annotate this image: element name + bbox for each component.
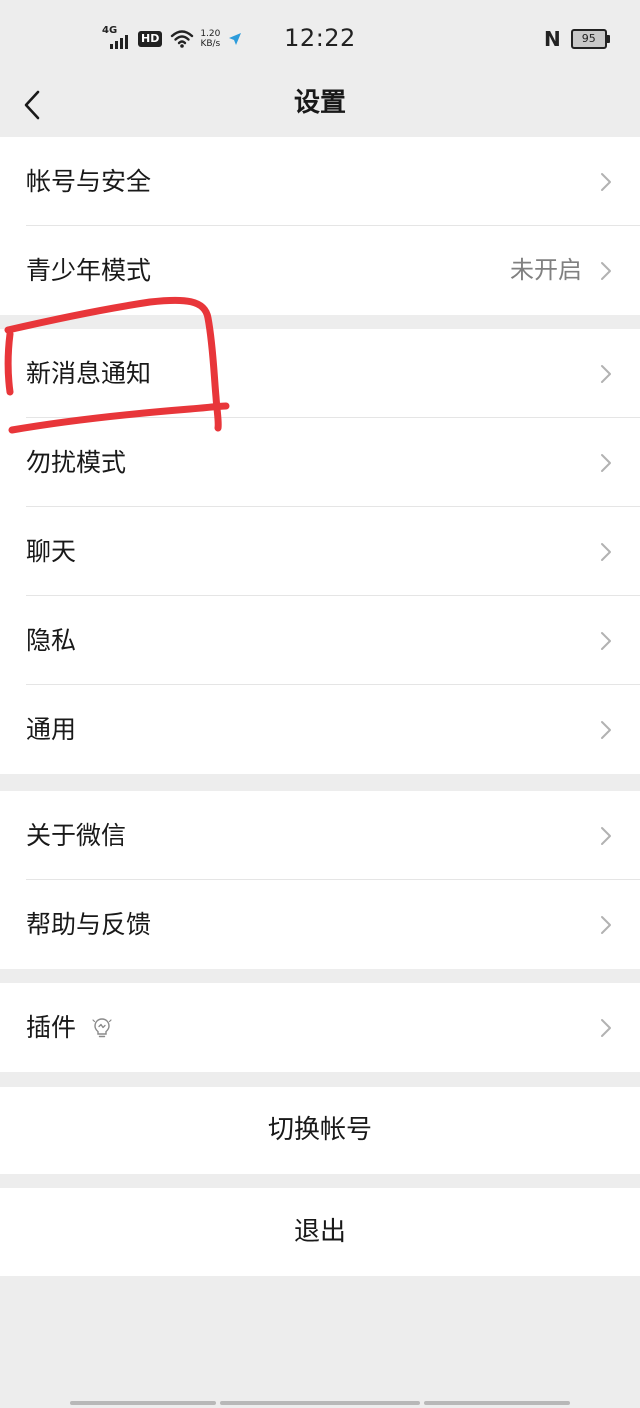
settings-item-label: 隐私 [26,626,77,655]
status-bar: 4G HD 1.20 KB/s 12:22 N 95 [0,0,640,70]
chevron-right-icon [601,454,611,472]
lightbulb-icon [92,1018,112,1038]
settings-item-label: 帐号与安全 [26,167,152,196]
page-title: 设置 [293,88,346,118]
gesture-indicator [424,1401,570,1405]
teen-mode-status: 未开启 [510,256,582,284]
settings-group-account: 帐号与安全 青少年模式 未开启 [0,137,640,315]
settings-item-label: 帮助与反馈 [26,910,152,939]
battery-icon: 95 [570,29,610,49]
gesture-indicator [220,1401,420,1405]
chevron-right-icon [601,173,611,191]
settings-item-label: 青少年模式 [26,256,152,285]
settings-item-privacy[interactable]: 隐私 [0,596,640,685]
settings-group-plugins: 插件 [0,983,640,1072]
chevron-right-icon [601,1019,611,1037]
chevron-right-icon [601,365,611,383]
settings-item-label: 新消息通知 [26,359,152,388]
chevron-right-icon [601,543,611,561]
settings-item-label: 插件 [26,1013,77,1042]
logout-button[interactable]: 退出 [0,1188,640,1276]
settings-item-general[interactable]: 通用 [0,685,640,774]
settings-item-label: 通用 [26,715,77,744]
settings-item-plugins[interactable]: 插件 [0,983,640,1072]
settings-item-teen-mode[interactable]: 青少年模式 未开启 [0,226,640,315]
nfc-icon: N [544,27,561,51]
settings-item-label: 勿扰模式 [26,448,127,477]
settings-item-new-message-notification[interactable]: 新消息通知 [0,329,640,418]
chevron-right-icon [601,827,611,845]
settings-item-help-feedback[interactable]: 帮助与反馈 [0,880,640,969]
settings-item-chat[interactable]: 聊天 [0,507,640,596]
settings-group-about: 关于微信 帮助与反馈 [0,791,640,969]
switch-account-button[interactable]: 切换帐号 [0,1087,640,1174]
settings-item-label: 聊天 [26,537,77,566]
settings-group-general: 新消息通知 勿扰模式 聊天 隐私 通用 [0,329,640,774]
settings-item-account-security[interactable]: 帐号与安全 [0,137,640,226]
chevron-right-icon [601,632,611,650]
status-icons-right: N 95 [544,26,610,52]
chevron-right-icon [601,262,611,280]
nav-bar: 设置 [0,70,640,136]
settings-item-about-wechat[interactable]: 关于微信 [0,791,640,880]
gesture-indicator [70,1401,216,1405]
settings-item-do-not-disturb[interactable]: 勿扰模式 [0,418,640,507]
settings-item-label: 关于微信 [26,821,127,850]
chevron-right-icon [601,721,611,739]
chevron-right-icon [601,916,611,934]
